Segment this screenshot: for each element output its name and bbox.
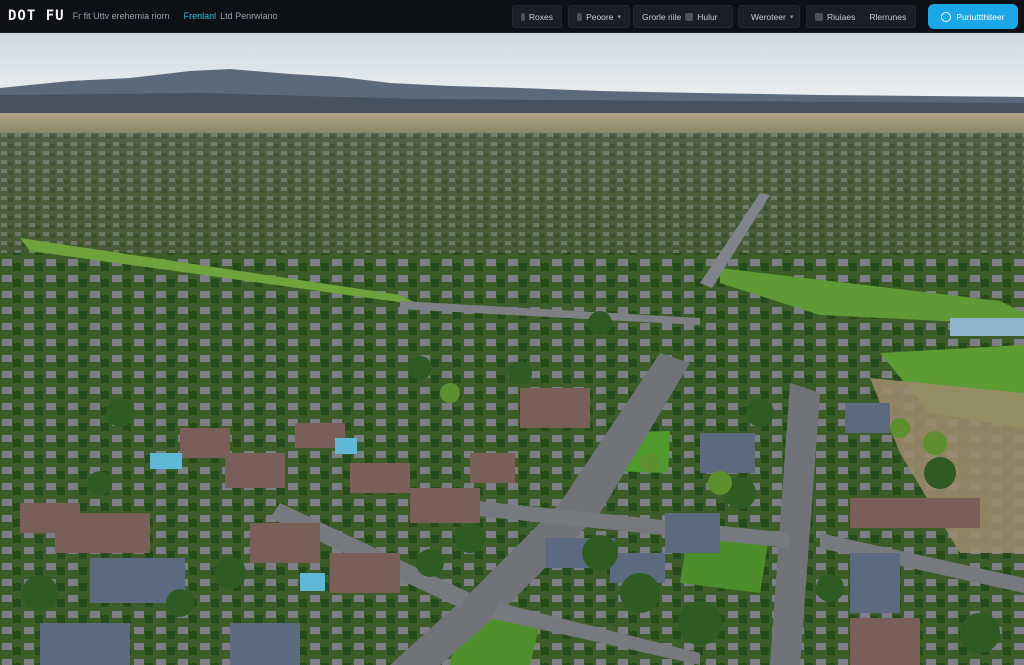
nav-label: Hulur: [697, 11, 718, 22]
layers-icon: [815, 12, 823, 21]
nav-label: Riuiaes: [827, 11, 856, 22]
brand-logo[interactable]: DOT FU: [8, 8, 65, 24]
primary-action-button[interactable]: Puriuttthiteer: [928, 4, 1018, 29]
nav-item-roxes[interactable]: Roxes: [512, 5, 562, 28]
nav-label: Peoore: [586, 11, 614, 22]
nav-item-map[interactable]: Grorle riile Hulur: [633, 5, 733, 28]
nav-label: Grorle riile: [642, 11, 682, 22]
brand-subtitle: Fr fit Uttv erehemia riorn: [72, 11, 170, 21]
cta-label: Puriuttthiteer: [956, 11, 1005, 22]
aerial-photo: [0, 33, 1024, 665]
nav-item-riuiaes[interactable]: Riuiaes Rlerrunes: [806, 5, 916, 28]
nav-item-peoore[interactable]: Peoore ▾: [568, 5, 630, 28]
brand-tag: Frenlanl: [183, 11, 217, 21]
globe-icon: [941, 11, 952, 22]
nav-label: Weroteer: [751, 11, 786, 22]
chevron-down-icon: ▾: [789, 13, 794, 21]
chevron-down-icon: ▾: [617, 13, 621, 21]
nav-label: Rlerrunes: [869, 11, 907, 22]
aerial-photo-drawing: [0, 33, 1024, 665]
people-icon: [577, 12, 583, 21]
brand-tag-secondary: Ltd Penrwiano: [220, 11, 278, 21]
grid-icon: [521, 12, 525, 21]
nav-label: Roxes: [528, 11, 553, 22]
nav-item-weroteer[interactable]: Weroteer ▾: [738, 5, 800, 28]
chart-icon: [685, 12, 694, 21]
